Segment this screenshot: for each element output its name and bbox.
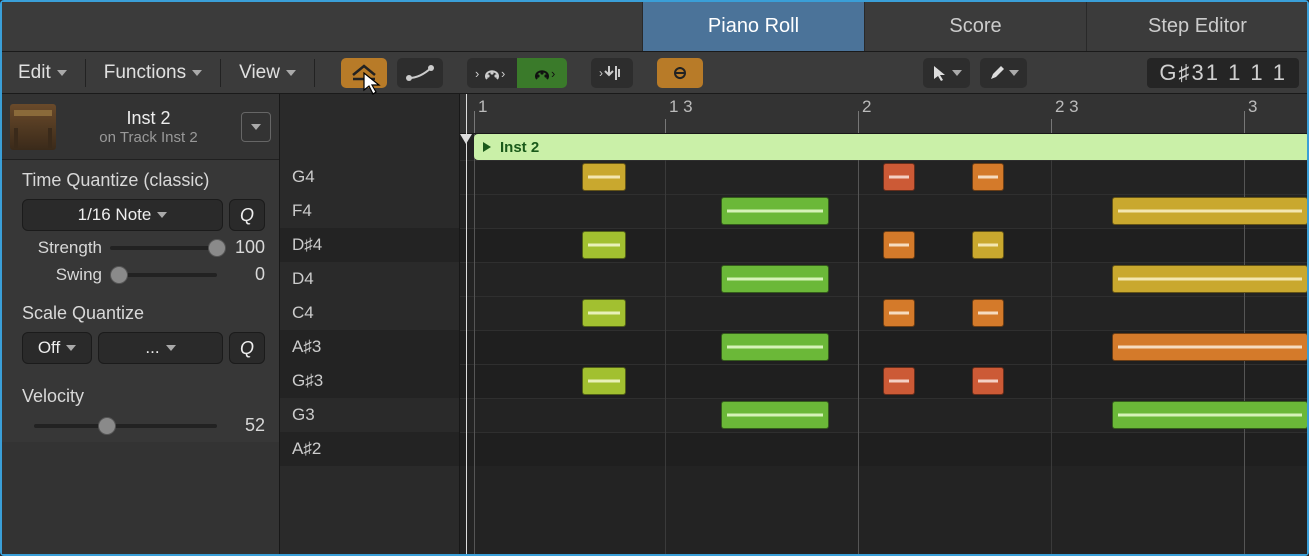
tab-step-editor[interactable]: Step Editor [1086, 2, 1308, 51]
midi-note[interactable] [721, 401, 829, 429]
workarea: Inst 2 on Track Inst 2 Time Quantize (cl… [2, 94, 1307, 554]
track-popup-button[interactable] [241, 112, 271, 142]
edit-menu[interactable]: Edit [10, 58, 75, 88]
key-label: C4 [292, 303, 314, 323]
ruler-label: 2 [862, 97, 871, 117]
key-label: G♯3 [292, 371, 323, 391]
midi-note[interactable] [972, 163, 1004, 191]
midi-note[interactable] [883, 367, 915, 395]
note-grid[interactable]: 1 1 3 2 2 3 3 Inst 2 [460, 94, 1307, 554]
time-quantize-apply[interactable]: Q [229, 199, 265, 231]
color-palette-segment: ›› › [467, 58, 567, 88]
track-name: Inst 2 [66, 108, 231, 129]
velocity-label: Velocity [22, 386, 265, 407]
midi-note[interactable] [883, 163, 915, 191]
velocity-value: 52 [225, 415, 265, 436]
scale-quantize-apply[interactable]: Q [229, 332, 265, 364]
link-button[interactable] [657, 58, 703, 88]
velocity-slider[interactable] [34, 424, 217, 428]
svg-text:›: › [501, 66, 505, 81]
track-subtitle: on Track Inst 2 [66, 129, 231, 146]
ruler[interactable]: 1 1 3 2 2 3 3 [460, 94, 1307, 134]
track-header: Inst 2 on Track Inst 2 [2, 94, 279, 160]
instrument-icon [10, 104, 56, 150]
playhead[interactable] [466, 94, 467, 554]
midi-note[interactable] [582, 367, 626, 395]
key-label: G3 [292, 405, 315, 425]
midi-note[interactable] [582, 299, 626, 327]
key-label: D4 [292, 269, 314, 289]
toolbar: Edit Functions View ›› › › G♯31 1 1 1 [2, 52, 1307, 94]
tab-score[interactable]: Score [864, 2, 1086, 51]
midi-note[interactable] [883, 299, 915, 327]
inspector: Time Quantize (classic) 1/16 Note Q Stre… [2, 160, 279, 442]
view-menu[interactable]: View [231, 58, 304, 88]
midi-note[interactable] [972, 231, 1004, 259]
strength-value: 100 [225, 237, 265, 258]
collapse-button[interactable] [341, 58, 387, 88]
time-quantize-select[interactable]: 1/16 Note [22, 199, 223, 231]
midi-in-button[interactable]: › [591, 58, 633, 88]
svg-text:›: › [475, 66, 479, 81]
pencil-tool[interactable] [980, 58, 1027, 88]
midi-note[interactable] [883, 231, 915, 259]
key-label: G4 [292, 167, 315, 187]
ruler-label: 1 3 [669, 97, 693, 117]
midi-note[interactable] [721, 265, 829, 293]
ruler-label: 1 [478, 97, 487, 117]
editor-tabs: Piano Roll Score Step Editor [2, 2, 1307, 52]
midi-note[interactable] [1112, 333, 1307, 361]
midi-note[interactable] [582, 231, 626, 259]
midi-note[interactable] [721, 333, 829, 361]
piano-key-column[interactable]: G4 F4 D♯4 D4 C4 A♯3 G♯3 G3 A♯2 [280, 94, 460, 554]
midi-note[interactable] [1112, 265, 1307, 293]
time-quantize-label: Time Quantize (classic) [22, 170, 265, 191]
midi-note[interactable] [582, 163, 626, 191]
scale-quantize-label: Scale Quantize [22, 303, 265, 324]
swing-value: 0 [225, 264, 265, 285]
midi-note[interactable] [972, 367, 1004, 395]
scale-quantize-root[interactable]: Off [22, 332, 92, 364]
ruler-label: 3 [1248, 97, 1257, 117]
key-label: A♯2 [292, 439, 321, 459]
key-label: D♯4 [292, 235, 322, 255]
left-panel: Inst 2 on Track Inst 2 Time Quantize (cl… [2, 94, 280, 554]
note-color-button[interactable]: ›› [467, 58, 517, 88]
position-display[interactable]: G♯31 1 1 1 [1147, 58, 1299, 88]
pointer-tool[interactable] [923, 58, 970, 88]
midi-note[interactable] [972, 299, 1004, 327]
svg-text:›: › [551, 66, 555, 81]
tab-piano-roll[interactable]: Piano Roll [642, 2, 864, 51]
region-header[interactable]: Inst 2 [474, 134, 1307, 160]
swing-slider[interactable] [110, 273, 217, 277]
midi-note[interactable] [1112, 197, 1307, 225]
ruler-label: 2 3 [1055, 97, 1079, 117]
automation-curve-button[interactable] [397, 58, 443, 88]
strength-slider[interactable] [110, 246, 217, 250]
functions-menu[interactable]: Functions [96, 58, 210, 88]
midi-note[interactable] [721, 197, 829, 225]
midi-note[interactable] [1112, 401, 1307, 429]
region-color-button[interactable]: › [517, 58, 567, 88]
key-label: A♯3 [292, 337, 321, 357]
scale-quantize-mode[interactable]: ... [98, 332, 223, 364]
key-label: F4 [292, 201, 312, 221]
svg-text:›: › [599, 66, 603, 80]
